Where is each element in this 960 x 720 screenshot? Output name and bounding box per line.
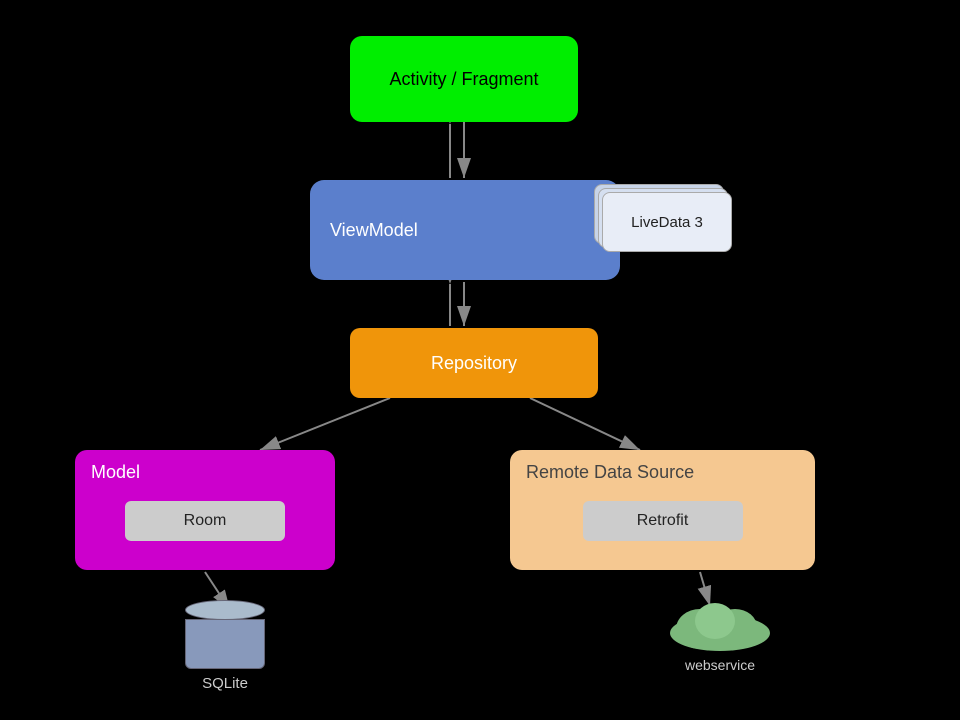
repository-box: Repository [350, 328, 598, 398]
webservice-container: webservice [660, 595, 780, 673]
model-box: Model Room [75, 450, 335, 570]
livedata-card-front: LiveData 3 [602, 192, 732, 252]
viewmodel-box: ViewModel LiveData 3 [310, 180, 620, 280]
livedata-label: LiveData 3 [631, 214, 703, 231]
diagram-container: Activity / Fragment ViewModel LiveData 3… [0, 0, 960, 720]
remote-data-source-box: Remote Data Source Retrofit [510, 450, 815, 570]
room-card: Room [125, 501, 285, 541]
activity-fragment-box: Activity / Fragment [350, 36, 578, 122]
sqlite-container: SQLite [185, 600, 265, 692]
cylinder-top [185, 600, 265, 620]
webservice-label: webservice [685, 657, 755, 673]
activity-fragment-label: Activity / Fragment [389, 69, 538, 90]
viewmodel-label: ViewModel [330, 220, 418, 241]
room-label: Room [184, 512, 227, 530]
retrofit-card: Retrofit [583, 501, 743, 541]
model-label: Model [91, 462, 140, 483]
sqlite-cylinder [185, 600, 265, 669]
sqlite-label: SQLite [202, 675, 248, 692]
remote-data-source-label: Remote Data Source [526, 462, 694, 483]
repository-label: Repository [431, 353, 517, 374]
cloud-icon [660, 595, 780, 655]
retrofit-label: Retrofit [637, 512, 689, 530]
cylinder-body [185, 619, 265, 669]
